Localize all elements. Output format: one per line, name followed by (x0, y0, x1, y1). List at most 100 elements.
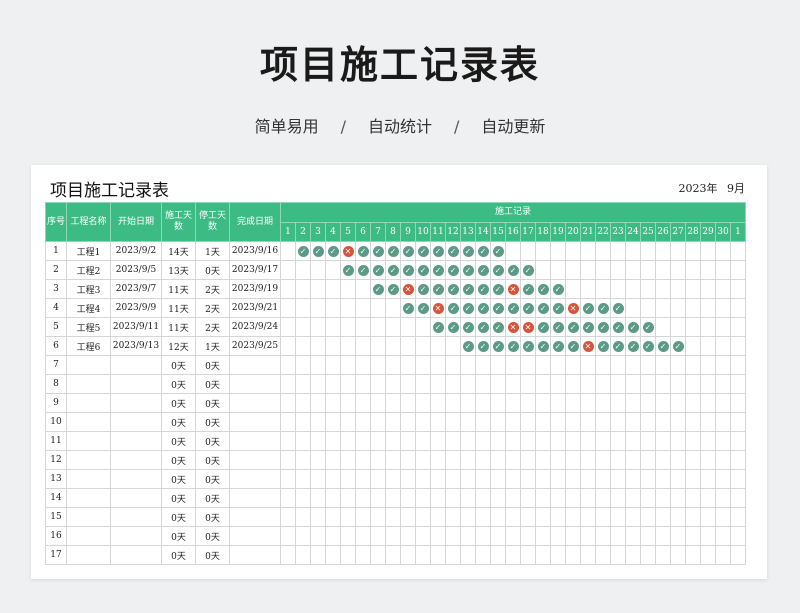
day-cell[interactable] (655, 545, 671, 565)
day-cell[interactable] (400, 393, 416, 413)
day-cell[interactable] (640, 526, 656, 546)
day-cell[interactable] (280, 241, 296, 261)
day-cell[interactable] (520, 469, 536, 489)
day-cell[interactable] (625, 279, 641, 299)
day-cell[interactable] (415, 431, 431, 451)
day-cell[interactable] (325, 374, 341, 394)
day-cell[interactable] (565, 374, 581, 394)
day-cell[interactable] (565, 450, 581, 470)
day-cell[interactable] (700, 450, 716, 470)
day-cell[interactable]: ✓ (550, 336, 566, 356)
day-cell[interactable] (730, 279, 746, 299)
day-cell[interactable] (505, 488, 521, 508)
day-cell[interactable] (310, 488, 326, 508)
day-cell[interactable] (295, 431, 311, 451)
day-cell[interactable] (355, 469, 371, 489)
row-done-date[interactable] (229, 412, 281, 432)
day-cell[interactable] (505, 355, 521, 375)
day-cell[interactable] (295, 393, 311, 413)
day-cell[interactable] (640, 260, 656, 280)
day-cell[interactable] (415, 488, 431, 508)
day-cell[interactable] (655, 260, 671, 280)
day-cell[interactable] (565, 545, 581, 565)
day-cell[interactable] (280, 526, 296, 546)
day-cell[interactable] (490, 507, 506, 527)
day-cell[interactable] (715, 412, 731, 432)
day-cell[interactable] (310, 450, 326, 470)
row-seq[interactable]: 1 (45, 241, 67, 261)
day-cell[interactable] (700, 431, 716, 451)
day-cell[interactable] (685, 431, 701, 451)
day-cell[interactable] (355, 336, 371, 356)
day-cell[interactable]: ✓ (340, 260, 356, 280)
day-cell[interactable] (415, 450, 431, 470)
day-cell[interactable]: ✓ (460, 317, 476, 337)
row-name[interactable]: 工程5 (66, 317, 111, 337)
day-cell[interactable] (460, 469, 476, 489)
day-cell[interactable]: ✓ (445, 279, 461, 299)
day-cell[interactable] (295, 507, 311, 527)
day-cell[interactable] (400, 355, 416, 375)
day-cell[interactable] (310, 545, 326, 565)
row-start-date[interactable]: 2023/9/13 (110, 336, 162, 356)
day-cell[interactable] (490, 488, 506, 508)
day-cell[interactable] (535, 450, 551, 470)
row-work-days[interactable]: 0天 (161, 431, 196, 451)
day-cell[interactable] (595, 260, 611, 280)
day-cell[interactable] (385, 545, 401, 565)
day-cell[interactable] (550, 488, 566, 508)
day-cell[interactable] (715, 317, 731, 337)
day-cell[interactable] (295, 336, 311, 356)
day-cell[interactable]: ✓ (460, 279, 476, 299)
day-cell[interactable] (505, 393, 521, 413)
day-cell[interactable] (370, 336, 386, 356)
day-cell[interactable] (295, 488, 311, 508)
row-seq[interactable]: 9 (45, 393, 67, 413)
day-cell[interactable] (355, 450, 371, 470)
day-cell[interactable]: ✓ (385, 241, 401, 261)
day-cell[interactable] (550, 412, 566, 432)
day-cell[interactable] (670, 412, 686, 432)
day-cell[interactable] (370, 469, 386, 489)
day-cell[interactable] (610, 431, 626, 451)
day-cell[interactable] (580, 545, 596, 565)
day-cell[interactable] (580, 412, 596, 432)
day-cell[interactable] (400, 431, 416, 451)
day-cell[interactable] (490, 355, 506, 375)
day-cell[interactable] (535, 431, 551, 451)
day-cell[interactable] (280, 317, 296, 337)
day-cell[interactable] (310, 412, 326, 432)
day-cell[interactable] (730, 355, 746, 375)
row-name[interactable]: 工程2 (66, 260, 111, 280)
day-cell[interactable] (655, 355, 671, 375)
day-cell[interactable] (280, 545, 296, 565)
day-cell[interactable] (355, 374, 371, 394)
row-seq[interactable]: 12 (45, 450, 67, 470)
day-cell[interactable] (445, 526, 461, 546)
day-cell[interactable] (535, 488, 551, 508)
day-cell[interactable] (715, 507, 731, 527)
row-name[interactable] (66, 450, 111, 470)
day-cell[interactable]: ✓ (580, 317, 596, 337)
day-cell[interactable]: ✓ (445, 241, 461, 261)
day-cell[interactable] (610, 469, 626, 489)
day-cell[interactable] (415, 469, 431, 489)
day-cell[interactable] (670, 260, 686, 280)
day-cell[interactable] (550, 241, 566, 261)
row-start-date[interactable] (110, 469, 162, 489)
row-name[interactable] (66, 393, 111, 413)
day-cell[interactable]: ✓ (430, 279, 446, 299)
row-done-date[interactable] (229, 450, 281, 470)
day-cell[interactable] (490, 545, 506, 565)
day-cell[interactable]: ✓ (415, 241, 431, 261)
day-cell[interactable]: ✓ (520, 279, 536, 299)
day-cell[interactable] (460, 450, 476, 470)
day-cell[interactable] (520, 241, 536, 261)
day-cell[interactable] (700, 317, 716, 337)
day-cell[interactable] (685, 374, 701, 394)
day-cell[interactable] (295, 450, 311, 470)
day-cell[interactable] (325, 336, 341, 356)
day-cell[interactable] (430, 488, 446, 508)
day-cell[interactable] (700, 507, 716, 527)
day-cell[interactable] (640, 393, 656, 413)
